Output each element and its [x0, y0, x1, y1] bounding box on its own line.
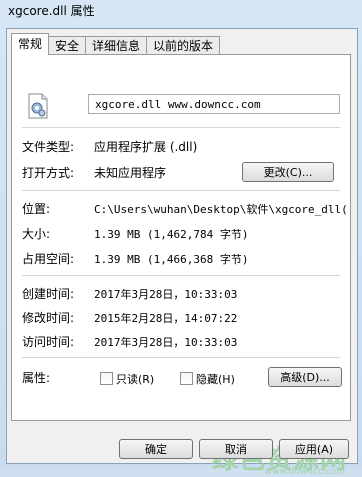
location-label: 位置: — [22, 202, 51, 216]
created-label: 创建时间: — [22, 287, 75, 301]
location-value: C:\Users\wuhan\Desktop\软件\xgcore_dll(jb — [94, 203, 346, 216]
tab-general[interactable]: 常规 — [11, 33, 50, 55]
dll-file-icon — [28, 93, 48, 119]
filename-field[interactable]: xgcore.dll www.downcc.com — [88, 94, 340, 114]
dialog-frame: 常规 安全 详细信息 以前的版本 xgcore.dll www.downcc.c… — [6, 28, 358, 477]
readonly-label: 只读(R) — [116, 373, 155, 386]
divider — [22, 357, 340, 358]
disk-size-label: 占用空间: — [22, 252, 75, 266]
divider — [22, 190, 340, 191]
cancel-button[interactable]: 取消 — [199, 439, 273, 459]
properties-window: xgcore.dll 属性 常规 安全 详细信息 以前的版本 xgcore.dl… — [0, 0, 362, 477]
tab-security[interactable]: 安全 — [48, 36, 87, 55]
attributes-label: 属性: — [22, 371, 51, 385]
watermark-url: www.downcc.com — [264, 467, 345, 477]
created-value: 2017年3月28日，10:33:03 — [94, 288, 238, 301]
size-label: 大小: — [22, 227, 51, 241]
file-type-value: 应用程序扩展 (.dll) — [94, 140, 198, 154]
tab-previous-versions[interactable]: 以前的版本 — [146, 36, 221, 55]
file-type-label: 文件类型: — [22, 140, 75, 154]
divider — [22, 275, 340, 276]
apply-button[interactable]: 应用(A) — [279, 439, 349, 459]
hidden-checkbox[interactable] — [180, 372, 193, 385]
change-button[interactable]: 更改(C)... — [242, 162, 334, 182]
modified-label: 修改时间: — [22, 311, 75, 325]
tab-details[interactable]: 详细信息 — [85, 36, 148, 55]
accessed-label: 访问时间: — [22, 335, 75, 349]
modified-value: 2015年2月28日，14:07:22 — [94, 312, 238, 325]
accessed-value: 2017年3月28日，10:33:03 — [94, 336, 238, 349]
size-value: 1.39 MB (1,462,784 字节) — [94, 228, 249, 241]
window-title: xgcore.dll 属性 — [8, 4, 95, 18]
general-panel: xgcore.dll www.downcc.com 文件类型: 应用程序扩展 (… — [11, 54, 351, 421]
open-with-label: 打开方式: — [22, 166, 75, 180]
readonly-checkbox[interactable] — [100, 372, 113, 385]
tab-strip: 常规 安全 详细信息 以前的版本 — [11, 33, 221, 55]
disk-size-value: 1.39 MB (1,466,368 字节) — [94, 253, 249, 266]
ok-button[interactable]: 确定 — [119, 439, 193, 459]
open-with-value: 未知应用程序 — [94, 166, 167, 180]
hidden-label: 隐藏(H) — [196, 373, 235, 386]
advanced-button[interactable]: 高级(D)... — [268, 367, 342, 387]
divider — [22, 127, 340, 128]
